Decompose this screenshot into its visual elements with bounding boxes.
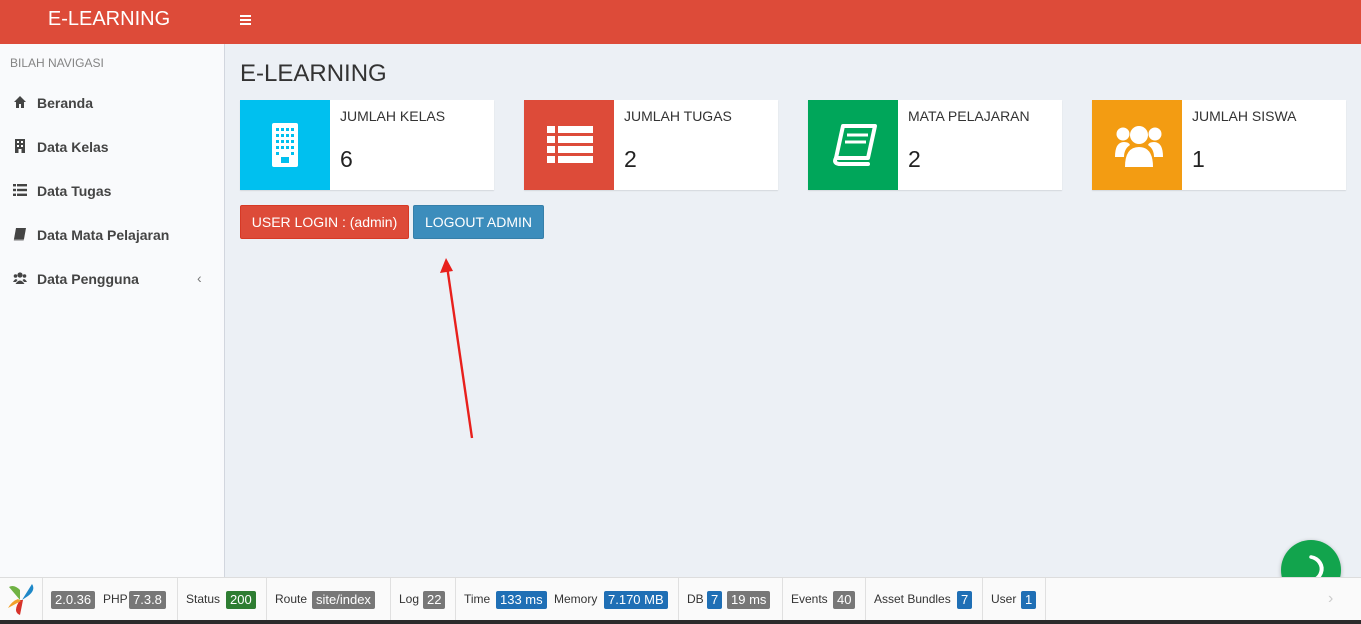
php-label: PHP [103,592,128,606]
db-queries-badge: 7 [707,591,723,609]
sidebar-item-label: Data Pengguna [37,271,139,287]
debug-panel-asset-bundles[interactable]: Asset Bundles 7 [866,578,983,620]
top-navbar: E-LEARNING [0,0,1361,44]
php-version-badge: 7.3.8 [129,591,166,609]
user-badge: 1 [1021,591,1037,609]
info-box-value: 1 [1192,146,1205,172]
bottom-strip [0,620,1361,624]
info-box-icon-area [240,100,330,190]
sidebar-item-label: Data Mata Pelajaran [37,227,170,243]
memory-badge: 7.170 MB [604,591,668,609]
info-box-jumlah-tugas: JUMLAH TUGAS 2 [524,100,778,190]
app-logo[interactable]: E-LEARNING [0,0,224,44]
db-label: DB [687,592,704,606]
debug-panel-version[interactable]: 2.0.36 PHP 7.3.8 [43,578,178,620]
memory-label: Memory [554,592,598,606]
log-badge: 22 [423,591,446,609]
debug-toolbar: 2.0.36 PHP 7.3.8 Status 200 Route site/i… [0,577,1361,620]
debug-next-icon[interactable]: › [1328,590,1333,608]
chevron-left-icon[interactable]: ‹ [197,270,202,286]
sidebar-item-beranda[interactable]: Beranda [0,81,224,125]
info-box-value: 2 [908,146,921,172]
logout-admin-button[interactable]: LOGOUT ADMIN [413,205,544,239]
sidebar-heading: BILAH NAVIGASI [10,56,104,70]
time-label: Time [464,592,491,606]
info-box-value: 6 [340,146,353,172]
debug-panel-route[interactable]: Route site/index [267,578,391,620]
debug-panel-time[interactable]: Time 133 ms Memory 7.170 MB [456,578,679,620]
info-box-jumlah-kelas: JUMLAH KELAS 6 [240,100,494,190]
debug-panel-log[interactable]: Log 22 [391,578,456,620]
info-box-icon-area [1092,100,1182,190]
status-badge: 200 [226,591,256,609]
sidebar-item-data-pengguna[interactable]: Data Pengguna ‹ [0,257,224,301]
list-icon [13,184,27,196]
events-badge: 40 [833,591,856,609]
log-label: Log [399,592,420,606]
info-box-label: JUMLAH KELAS [340,108,446,124]
user-label: User [991,592,1017,606]
main-content: E-LEARNING JUMLAH KELAS 6 JUMLAH TUGAS 2… [225,44,1361,577]
users-icon [13,272,27,284]
debug-panel-user[interactable]: User 1 [983,578,1046,620]
info-box-label: JUMLAH SISWA [1192,108,1297,124]
asset-bundles-label: Asset Bundles [874,592,951,606]
status-label: Status [186,592,221,606]
info-box-label: JUMLAH TUGAS [624,108,732,124]
info-box-label: MATA PELAJARAN [908,108,1030,124]
yii-logo-icon[interactable] [0,578,43,620]
sidebar-item-data-mata-pelajaran[interactable]: Data Mata Pelajaran [0,213,224,257]
info-box-mata-pelajaran: MATA PELAJARAN 2 [808,100,1062,190]
yii-version-badge: 2.0.36 [51,591,96,609]
asset-bundles-badge: 7 [957,591,973,609]
debug-panel-db[interactable]: DB 7 19 ms [679,578,783,620]
info-box-icon-area [808,100,898,190]
route-badge: site/index [312,591,375,609]
book-icon [833,124,877,166]
info-box-icon-area [524,100,614,190]
list-icon [547,126,593,163]
sidebar-item-data-kelas[interactable]: Data Kelas [0,125,224,169]
user-login-button[interactable]: USER LOGIN : (admin) [240,205,409,239]
route-label: Route [275,592,308,606]
building-icon [272,123,298,167]
sidebar-toggle-button[interactable] [234,8,258,32]
info-box-value: 2 [624,146,637,172]
debug-panel-status[interactable]: Status 200 [178,578,267,620]
home-icon [14,96,26,108]
info-box-jumlah-siswa: JUMLAH SISWA 1 [1092,100,1346,190]
sidebar-item-label: Data Kelas [37,139,109,155]
sidebar-item-label: Data Tugas [37,183,112,199]
book-icon [13,228,26,241]
sidebar-item-data-tugas[interactable]: Data Tugas [0,169,224,213]
users-icon [1115,126,1163,167]
building-icon [15,139,25,153]
sidebar-item-label: Beranda [37,95,94,111]
time-badge: 133 ms [496,591,547,609]
page-title: E-LEARNING [240,60,387,87]
annotation-arrow [440,258,474,439]
debug-panel-events[interactable]: Events 40 [783,578,866,620]
db-time-badge: 19 ms [727,591,771,609]
events-label: Events [791,592,828,606]
sidebar: BILAH NAVIGASI Beranda Data Kelas Data T… [0,44,225,577]
